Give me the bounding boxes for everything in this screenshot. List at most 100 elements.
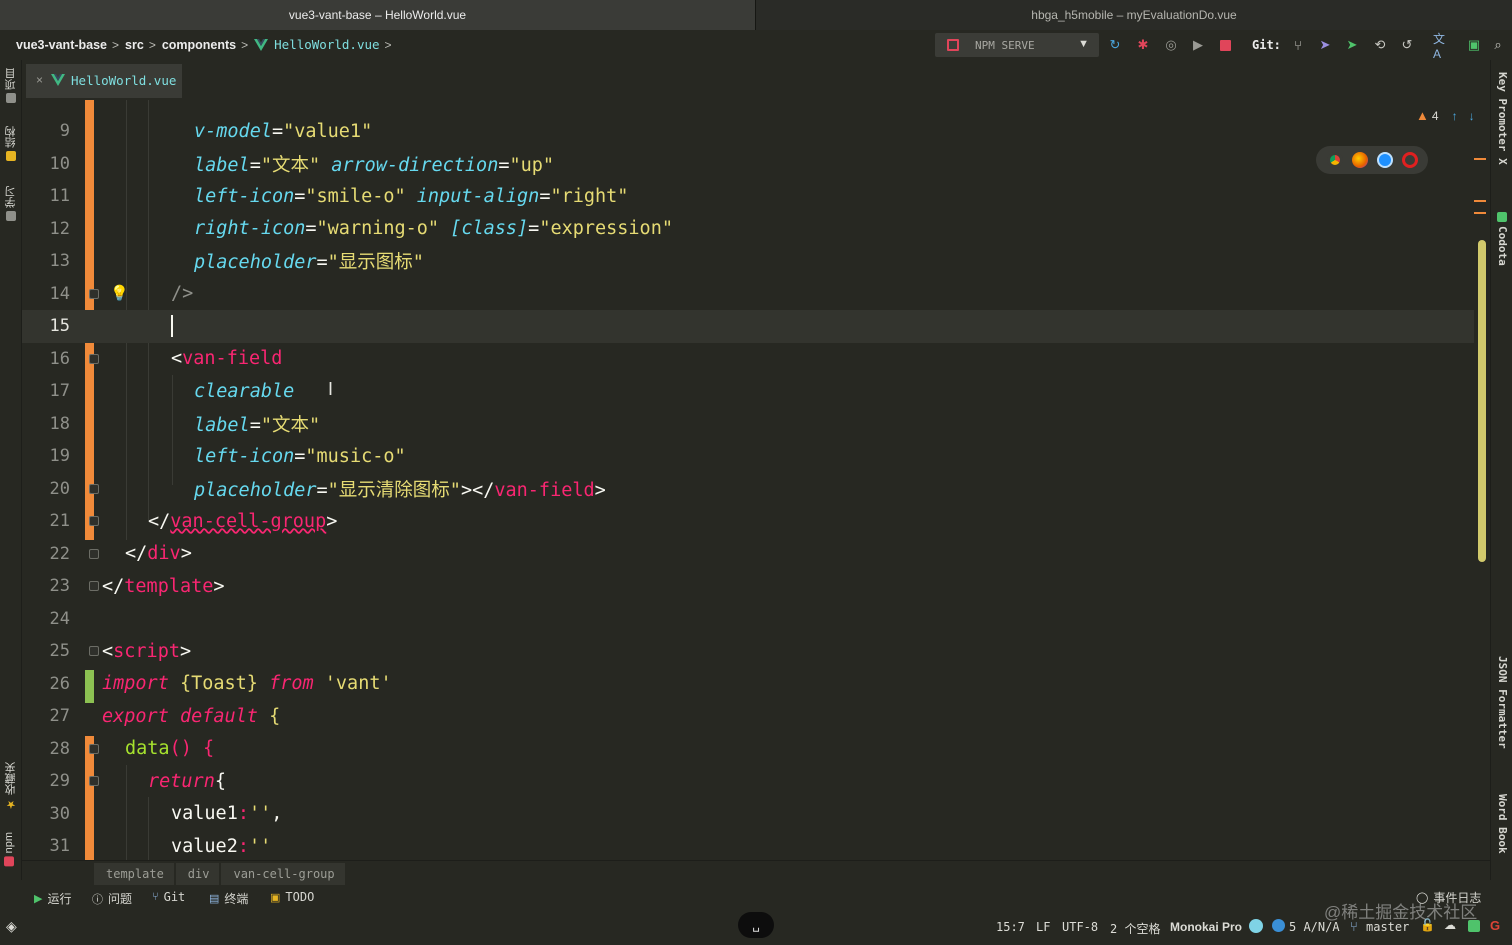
inspection-widget[interactable]: ▲ 4 ↑ ↓ (1416, 108, 1475, 123)
layers-icon[interactable]: ◈ (6, 918, 17, 935)
space-key-indicator: ␣ (738, 912, 774, 938)
git-push-icon[interactable]: ➤ (1317, 37, 1333, 53)
crumb-project[interactable]: vue3-vant-base (16, 38, 107, 52)
tool-project[interactable]: 项目 (3, 68, 19, 103)
line-number: 17 (49, 381, 70, 402)
fold-marker[interactable] (89, 776, 99, 786)
google-icon[interactable]: G (1490, 918, 1500, 933)
fold-marker[interactable] (89, 743, 99, 754)
code-line: 30 value1:'', (22, 798, 1474, 831)
tool-window-bar: ▶ 运行 ⓘ 问题 ⑂ Git ▤ 终端 ▣ TODO ◯ 事件日志 (0, 886, 1512, 910)
tab-helloworld[interactable]: × HelloWorld.vue (26, 64, 182, 98)
indent-setting[interactable]: 2 个空格 (1110, 920, 1160, 937)
code-line-current: 15 (22, 310, 1474, 343)
run-config-select[interactable]: NPM SERVE ▼ (935, 33, 1099, 57)
tool-json-formatter[interactable]: JSON Formatter (1496, 656, 1509, 749)
opera-icon[interactable] (1401, 152, 1418, 168)
crumb-src[interactable]: src (125, 38, 144, 52)
crumb-file[interactable]: HelloWorld.vue (274, 37, 379, 52)
fold-marker[interactable] (89, 483, 99, 494)
code-line: 25 <script> (22, 635, 1474, 668)
theme-name[interactable]: Monokai Pro (1170, 920, 1242, 934)
search-icon[interactable]: ⌕ (1490, 37, 1506, 53)
error-stripe-mark[interactable] (1474, 158, 1486, 160)
code-editor[interactable]: 9 v-model="value1" 10 label="文本" arrow-d… (22, 100, 1474, 860)
code-line: 29 return{ (22, 765, 1474, 798)
caret-position[interactable]: 15:7 (996, 920, 1025, 934)
window-tab-active[interactable]: vue3-vant-base – HelloWorld.vue (0, 0, 756, 30)
crumb-components[interactable]: components (162, 38, 236, 52)
code-line: 20 placeholder="显示清除图标"></van-field> (22, 473, 1474, 506)
terminal-icon[interactable]: ▣ (1466, 37, 1482, 53)
tool-run[interactable]: ▶ 运行 (34, 890, 71, 907)
window-title-inactive: hbga_h5mobile – myEvaluationDo.vue (1031, 8, 1237, 22)
code-token: return (148, 770, 215, 792)
terminal-icon: ▤ (209, 893, 220, 905)
safari-icon[interactable] (1376, 152, 1393, 168)
file-encoding[interactable]: UTF-8 (1062, 920, 1098, 934)
code-line: 23 </template> (22, 570, 1474, 603)
git-commit-icon[interactable]: ➤ (1344, 37, 1360, 53)
tool-git[interactable]: ⑂ Git (152, 890, 185, 904)
code-token: arrow-direction (331, 154, 499, 176)
code-token: /> (171, 283, 194, 305)
code-line: 14 💡 /> (22, 278, 1474, 311)
debug-icon[interactable]: ✱ (1135, 37, 1151, 53)
tool-favorites[interactable]: ★ 收藏夹 (3, 762, 19, 811)
code-token: () { (169, 738, 215, 760)
run-icon[interactable]: ▶ (1190, 37, 1206, 53)
translate-icon[interactable]: 文A (1433, 32, 1449, 61)
tool-codota[interactable]: Codota (1496, 212, 1509, 266)
structure-crumb[interactable]: div (175, 862, 220, 885)
git-label: Git: (1252, 38, 1281, 52)
git-branch-icon[interactable]: ⑂ (1290, 37, 1306, 53)
code-line: 27 export default { (22, 700, 1474, 733)
window-title-bar: vue3-vant-base – HelloWorld.vue hbga_h5m… (0, 0, 1512, 30)
history-icon[interactable]: ⟲ (1372, 37, 1388, 53)
close-icon[interactable]: × (36, 73, 43, 87)
code-token: "文本" (260, 414, 321, 436)
fold-marker[interactable] (89, 581, 99, 591)
fold-marker[interactable] (89, 288, 99, 299)
tool-structure[interactable]: 结构 (3, 126, 19, 161)
line-number: 21 (49, 511, 70, 532)
code-token: [class] (450, 218, 529, 240)
chrome-icon[interactable] (1326, 152, 1343, 168)
rerun-icon[interactable]: ↻ (1107, 37, 1123, 53)
error-stripe-mark[interactable] (1474, 212, 1486, 214)
arrow-up-icon[interactable]: ↑ (1452, 109, 1458, 123)
tool-problems[interactable]: ⓘ 问题 (92, 890, 132, 907)
line-separator[interactable]: LF (1036, 920, 1050, 934)
fold-marker[interactable] (89, 353, 99, 364)
window-title-active: vue3-vant-base – HelloWorld.vue (288, 8, 467, 22)
arrow-down-icon[interactable]: ↓ (1469, 109, 1475, 123)
tool-word-book[interactable]: Word Book (1496, 794, 1509, 854)
code-token: "right" (550, 185, 629, 207)
firefox-icon[interactable] (1351, 152, 1368, 168)
right-tool-strip: Key Promoter X Codota JSON Formatter Wor… (1490, 60, 1512, 880)
code-token: "up" (509, 154, 555, 176)
tool-todo[interactable]: ▣ TODO (270, 890, 314, 904)
rollback-icon[interactable]: ↺ (1399, 37, 1415, 53)
error-stripe-mark[interactable] (1474, 200, 1486, 202)
tool-key-promoter[interactable]: Key Promoter X (1496, 72, 1509, 165)
fold-marker[interactable] (89, 516, 99, 526)
structure-crumb[interactable]: van-cell-group (221, 862, 345, 885)
stop-icon[interactable] (1217, 37, 1233, 53)
info-icon: ⓘ (92, 893, 103, 906)
tool-learn[interactable]: 学习 (3, 186, 19, 221)
warning-icon: ▲ (1416, 108, 1429, 123)
navigation-toolbar: vue3-vant-base > src > components > HelloWo… (0, 30, 1512, 61)
editor-scrollbar[interactable] (1478, 240, 1486, 562)
fold-marker[interactable] (89, 646, 99, 656)
coverage-icon[interactable]: ◎ (1163, 37, 1179, 53)
fold-marker[interactable] (89, 548, 99, 559)
tool-terminal[interactable]: ▤ 终端 (209, 890, 248, 907)
structure-icon (6, 151, 16, 161)
structure-crumb[interactable]: template (94, 862, 174, 885)
tool-npm[interactable]: npm (3, 832, 15, 867)
code-line: 10 label="文本" arrow-direction="up" (22, 148, 1474, 181)
code-token: "music-o" (305, 445, 406, 467)
lightbulb-icon[interactable]: 💡 (110, 284, 129, 302)
window-tab-inactive[interactable]: hbga_h5mobile – myEvaluationDo.vue (756, 0, 1512, 30)
